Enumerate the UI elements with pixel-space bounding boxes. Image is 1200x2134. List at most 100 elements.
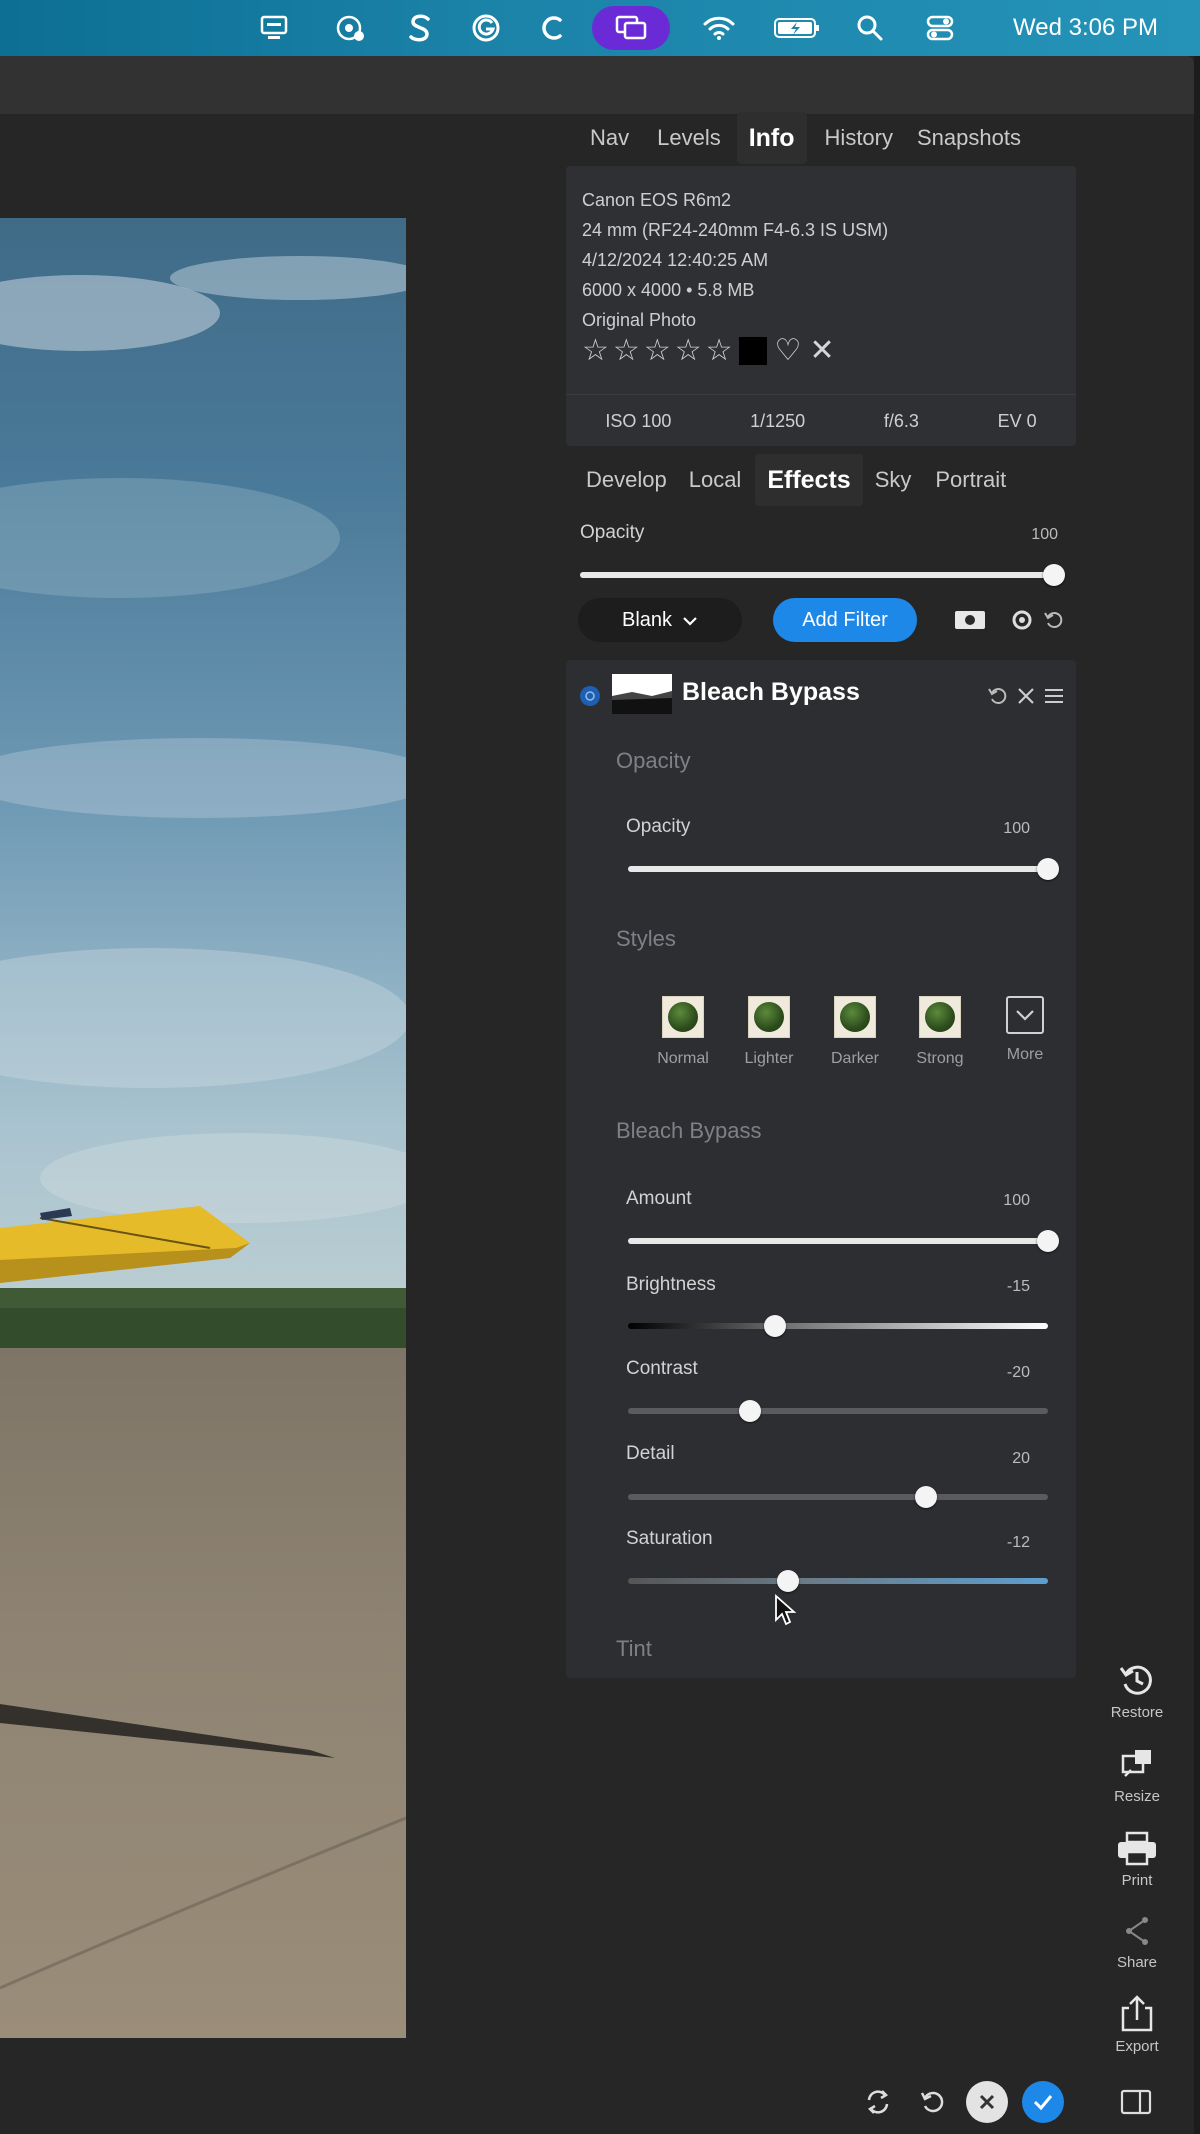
saturation-slider[interactable] <box>628 1570 1048 1592</box>
global-opacity-label: Opacity <box>580 522 645 543</box>
star-rating-5[interactable]: ☆ <box>706 336 733 366</box>
screen-mirror-icon[interactable] <box>592 6 670 50</box>
browser-badge-icon[interactable] <box>332 10 368 46</box>
filter-opacity-handle[interactable] <box>1037 858 1059 880</box>
heart-icon[interactable]: ♡ <box>775 336 802 366</box>
filter-reset-icon[interactable] <box>984 682 1012 710</box>
filter-header: Bleach Bypass <box>566 660 1076 732</box>
menu-clock[interactable]: Wed 3:06 PM <box>1013 0 1158 56</box>
star-rating-2[interactable]: ☆ <box>613 336 640 366</box>
resize-button[interactable]: Resize <box>1100 1746 1174 1805</box>
bleach-bypass-filter-card: Bleach Bypass Opacity Opacity 100 Styles… <box>566 660 1076 1678</box>
restore-button[interactable]: Restore <box>1100 1660 1174 1721</box>
detail-slider[interactable] <box>628 1486 1048 1508</box>
filter-close-icon[interactable] <box>1012 682 1040 710</box>
apply-button[interactable] <box>1022 2081 1064 2123</box>
export-label: Export <box>1115 2038 1159 2055</box>
preset-label: Blank <box>621 608 673 631</box>
tab-snapshots[interactable]: Snapshots <box>905 112 1033 164</box>
share-button[interactable]: Share <box>1100 1912 1174 1971</box>
info-tabs: Nav Levels Info History Snapshots <box>578 112 1033 164</box>
resize-label: Resize <box>1114 1788 1160 1805</box>
global-opacity-slider[interactable] <box>580 564 1065 586</box>
global-opacity-handle[interactable] <box>1043 564 1065 586</box>
tab-portrait[interactable]: Portrait <box>923 454 1018 506</box>
tab-levels[interactable]: Levels <box>645 112 733 164</box>
style-strong-preview <box>919 996 961 1038</box>
style-darker[interactable]: Darker <box>820 996 890 1068</box>
style-strong[interactable]: Strong <box>905 996 975 1068</box>
style-normal-preview <box>662 996 704 1038</box>
wifi-icon[interactable] <box>700 10 738 46</box>
style-more[interactable]: More <box>990 996 1060 1064</box>
filter-enable-toggle[interactable] <box>580 686 600 706</box>
rating-row: ☆ ☆ ☆ ☆ ☆ ♡ ✕ <box>582 336 835 366</box>
tab-nav[interactable]: Nav <box>578 112 641 164</box>
detail-handle[interactable] <box>915 1486 938 1508</box>
panel-toggle-icon[interactable] <box>1118 2084 1154 2120</box>
tab-history[interactable]: History <box>813 112 905 164</box>
reject-icon[interactable]: ✕ <box>809 336 834 366</box>
filter-name: Bleach Bypass <box>682 678 860 706</box>
grammarly-icon[interactable] <box>468 10 504 46</box>
filter-menu-icon[interactable] <box>1040 682 1068 710</box>
tab-sky[interactable]: Sky <box>863 454 924 506</box>
c-app-icon[interactable] <box>534 10 570 46</box>
contrast-label: Contrast <box>626 1358 698 1379</box>
detail-value: 20 <box>1012 1450 1030 1467</box>
global-opacity-fill <box>580 572 1054 578</box>
contrast-handle[interactable] <box>738 1400 761 1422</box>
cancel-button[interactable] <box>966 2081 1008 2123</box>
preset-dropdown[interactable]: Blank <box>578 598 742 642</box>
share-icon <box>1126 1917 1148 1945</box>
print-button[interactable]: Print <box>1100 1830 1174 1889</box>
brightness-value: -15 <box>1006 1278 1030 1295</box>
amount-value: 100 <box>1003 1192 1030 1209</box>
monitor-icon[interactable] <box>256 10 292 46</box>
module-tabs: Develop Local Effects Sky Portrait <box>574 454 1018 506</box>
detail-label: Detail <box>626 1443 675 1464</box>
restore-label: Restore <box>1110 1704 1164 1721</box>
undo-icon[interactable] <box>914 2084 950 2120</box>
tab-develop[interactable]: Develop <box>574 454 679 506</box>
opacity-value: 100 <box>1003 820 1030 837</box>
saturation-handle[interactable] <box>776 1570 799 1592</box>
filter-thumbnail <box>612 674 672 714</box>
tab-info[interactable]: Info <box>736 112 807 164</box>
photo-canvas[interactable] <box>0 218 406 2038</box>
opacity-section-title: Opacity <box>616 748 691 773</box>
star-rating-4[interactable]: ☆ <box>675 336 702 366</box>
filter-settings-icon[interactable] <box>1008 604 1036 636</box>
exif-iso: ISO 100 <box>605 410 672 431</box>
saturation-label: Saturation <box>626 1528 713 1549</box>
printer-icon <box>1118 1831 1156 1866</box>
filter-opacity-slider[interactable] <box>628 858 1059 880</box>
brightness-slider[interactable] <box>628 1315 1048 1337</box>
export-button[interactable]: Export <box>1100 1994 1174 2055</box>
close-icon <box>979 2094 995 2110</box>
style-lighter[interactable]: Lighter <box>734 996 804 1068</box>
battery-icon[interactable] <box>772 10 822 46</box>
reset-icon[interactable] <box>1040 604 1068 636</box>
brightness-handle[interactable] <box>764 1315 786 1337</box>
control-center-icon[interactable] <box>922 10 958 46</box>
s-app-icon[interactable] <box>402 10 438 46</box>
tab-effects[interactable]: Effects <box>755 454 863 506</box>
style-normal[interactable]: Normal <box>648 996 718 1068</box>
mask-icon[interactable] <box>954 604 986 636</box>
saturation-value: -12 <box>1006 1534 1030 1551</box>
photo-type: Original Photo <box>582 310 697 330</box>
style-normal-label: Normal <box>657 1050 709 1067</box>
star-rating-1[interactable]: ☆ <box>582 336 609 366</box>
exif-shutter: 1/1250 <box>750 410 806 431</box>
amount-handle[interactable] <box>1037 1230 1059 1252</box>
add-filter-button[interactable]: Add Filter <box>773 598 917 642</box>
tab-local[interactable]: Local <box>677 454 754 506</box>
color-label-swatch[interactable] <box>738 337 767 365</box>
amount-slider[interactable] <box>628 1230 1059 1252</box>
contrast-slider[interactable] <box>628 1400 1048 1422</box>
search-icon[interactable] <box>852 10 888 46</box>
tint-section-title: Tint <box>616 1636 652 1661</box>
star-rating-3[interactable]: ☆ <box>644 336 671 366</box>
sync-icon[interactable] <box>860 2084 896 2120</box>
